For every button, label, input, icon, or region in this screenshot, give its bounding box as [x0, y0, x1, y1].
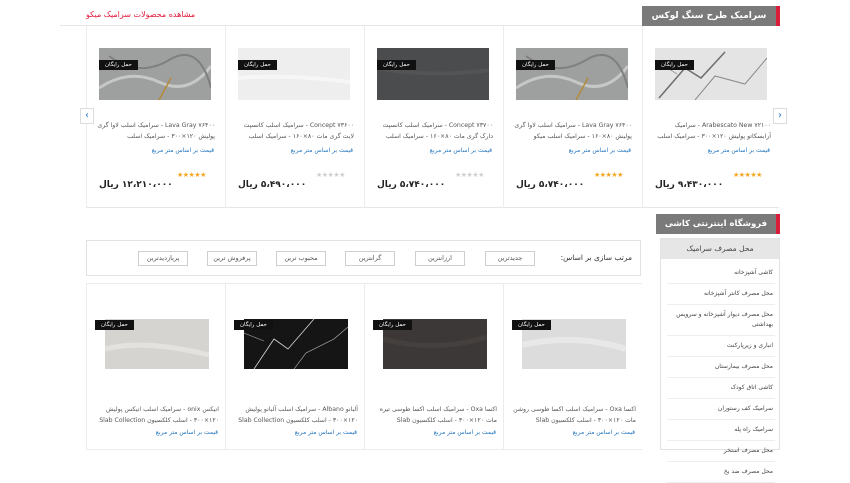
sort-expensive-button[interactable]: گرانترین	[345, 251, 395, 266]
product-price: ۵،۷۴۰،۰۰۰ ریال	[516, 180, 585, 190]
sidebar-category-box: محل مصرف سرامیک کاشی آشپزخانه محل مصرف ک…	[660, 238, 780, 483]
product-card[interactable]: حمل رایگان Lava Gray ۷۶۴۰۰ - سرامیک اسلب…	[503, 26, 642, 208]
product-image[interactable]	[238, 48, 350, 100]
product-carousel: حمل رایگان Lava Gray ۷۶۴۰۰ - سرامیک اسلب…	[86, 26, 779, 208]
price-note: قیمت بر اساس متر مربع	[290, 147, 353, 154]
free-shipping-badge: حمل رایگان	[234, 320, 273, 330]
product-title[interactable]: اکسا Oxa - سرامیک اسلب اکسا طوسی تیره ما…	[373, 404, 497, 426]
product-card[interactable]: حمل رایگان اکسا Oxa - سرامیک اسلب اکسا ط…	[364, 283, 503, 450]
section-header: سرامیک طرح سنگ لوکس میکو مشاهده محصولات …	[60, 6, 780, 41]
product-title[interactable]: Concept ۷۳۷۰۰ - سرامیک اسلب کانسپت دارک …	[375, 120, 493, 142]
chevron-left-icon: ‹	[85, 110, 89, 121]
rating-stars: ★★★★★	[733, 171, 762, 179]
product-card[interactable]: حمل رایگان Lava Gray ۷۶۴۰۰ - سرامیک اسلب…	[86, 26, 225, 208]
product-price: ۹،۴۳۰،۰۰۰ ریال	[655, 180, 724, 190]
section-title: سرامیک طرح سنگ لوکس میکو	[642, 6, 780, 41]
free-shipping-badge: حمل رایگان	[95, 320, 134, 330]
product-grid: حمل رایگان انیکس onix - سرامیک اسلب انیک…	[86, 283, 642, 450]
price-note: قیمت بر اساس متر مربع	[433, 429, 496, 436]
rating-stars: ★★★★★	[594, 171, 623, 179]
product-image[interactable]	[655, 48, 767, 100]
product-price: ۱۲،۲۱۰،۰۰۰ ریال	[99, 180, 173, 190]
product-title[interactable]: اکسا Oxa - سرامیک اسلب اکسا طوسی روشن ما…	[512, 404, 636, 426]
product-card[interactable]: حمل رایگان آلبانو Albano - سرامیک اسلب آ…	[225, 283, 364, 450]
product-image[interactable]	[516, 48, 628, 100]
sort-bar: مرتب سازی بر اساس: جدیدترین ارزانترین گر…	[86, 240, 641, 276]
sort-most-viewed-button[interactable]: پربازدیدترین	[138, 251, 188, 266]
sidebar-item[interactable]: محل مصرف بیمارستان	[667, 357, 775, 378]
sidebar-item[interactable]: محل مصرف دیوار آشپزخانه و سرویس بهداشتی	[667, 305, 775, 336]
carousel-next-button[interactable]: ›	[773, 108, 787, 124]
carousel-prev-button[interactable]: ‹	[80, 108, 94, 124]
product-card[interactable]: حمل رایگان اکسا Oxa - سرامیک اسلب اکسا ط…	[503, 283, 642, 450]
product-price: ۵،۷۴۰،۰۰۰ ریال	[377, 180, 446, 190]
sort-newest-button[interactable]: جدیدترین	[485, 251, 535, 266]
product-price: ۵،۴۹۰،۰۰۰ ریال	[238, 180, 307, 190]
product-image[interactable]	[99, 48, 211, 100]
sidebar-item[interactable]: محل مصرف ضد یخ	[667, 462, 775, 483]
free-shipping-badge: حمل رایگان	[373, 320, 412, 330]
price-note: قیمت بر اساس متر مربع	[151, 147, 214, 154]
price-note: قیمت بر اساس متر مربع	[294, 429, 357, 436]
rating-stars: ★★★★★	[177, 171, 206, 179]
product-title[interactable]: انیکس onix - سرامیک اسلب انیکس پولیش ۱۲۰…	[95, 404, 219, 426]
product-card[interactable]: حمل رایگان انیکس onix - سرامیک اسلب انیک…	[86, 283, 225, 450]
product-title[interactable]: Lava Gray ۷۶۴۰۰ - سرامیک اسلب لاوا گری پ…	[514, 120, 632, 142]
rating-stars: ★★★★★	[455, 171, 484, 179]
sidebar-item[interactable]: محل مصرف کانتر آشپزخانه	[667, 284, 775, 305]
sidebar-item[interactable]: انباری و زیرپارکنت	[667, 336, 775, 357]
product-card[interactable]: حمل رایگان Arabescato New ۷۲۱۰۰ - سرامیک…	[642, 26, 781, 208]
free-shipping-badge: حمل رایگان	[655, 60, 694, 70]
product-title[interactable]: آلبانو Albano - سرامیک اسلب آلبانو پولیش…	[234, 404, 358, 426]
product-title[interactable]: Concept ۷۳۶۰۰ - سرامیک اسلب کانسپت لایت …	[236, 120, 354, 142]
free-shipping-badge: حمل رایگان	[512, 320, 551, 330]
product-image[interactable]	[377, 48, 489, 100]
free-shipping-badge: حمل رایگان	[377, 60, 416, 70]
price-note: قیمت بر اساس متر مربع	[568, 147, 631, 154]
rating-stars: ★★★★★	[316, 171, 345, 179]
sort-popular-button[interactable]: محبوب ترین	[276, 251, 326, 266]
free-shipping-badge: حمل رایگان	[516, 60, 555, 70]
price-note: قیمت بر اساس متر مربع	[572, 429, 635, 436]
free-shipping-badge: حمل رایگان	[238, 60, 277, 70]
price-note: قیمت بر اساس متر مربع	[155, 429, 218, 436]
product-card[interactable]: حمل رایگان Concept ۷۳۷۰۰ - سرامیک اسلب ک…	[364, 26, 503, 208]
sort-bestselling-button[interactable]: پرفروش ترین	[207, 251, 257, 266]
product-title[interactable]: Lava Gray ۷۶۴۰۰ - سرامیک اسلب لاوا گری پ…	[97, 120, 215, 142]
product-card[interactable]: حمل رایگان Concept ۷۳۶۰۰ - سرامیک اسلب ک…	[225, 26, 364, 208]
sidebar-category-list: کاشی آشپزخانه محل مصرف کانتر آشپزخانه مح…	[667, 263, 775, 483]
sidebar-item[interactable]: کاشی آشپزخانه	[667, 263, 775, 284]
view-all-link[interactable]: مشاهده محصولات سرامیک میکو	[86, 10, 195, 19]
sidebar-item[interactable]: سرامیک راه پله	[667, 420, 775, 441]
sort-label: مرتب سازی بر اساس:	[560, 253, 632, 262]
price-note: قیمت بر اساس متر مربع	[707, 147, 770, 154]
sort-cheapest-button[interactable]: ارزانترین	[415, 251, 465, 266]
sidebar-shop-title: فروشگاه اینترنتی کاشی سرامیک	[656, 214, 780, 249]
free-shipping-badge: حمل رایگان	[99, 60, 138, 70]
chevron-right-icon: ›	[778, 110, 782, 121]
product-title[interactable]: Arabescato New ۷۲۱۰۰ - سرامیک آرابسکاتو …	[653, 120, 771, 142]
sidebar-item[interactable]: کاشی اتاق کودک	[667, 378, 775, 399]
price-note: قیمت بر اساس متر مربع	[429, 147, 492, 154]
sidebar-item[interactable]: سرامیک کف رستوران	[667, 399, 775, 420]
sidebar-category-title[interactable]: محل مصرف سرامیک	[661, 239, 779, 259]
sidebar-item[interactable]: محل مصرف استخر	[667, 441, 775, 462]
